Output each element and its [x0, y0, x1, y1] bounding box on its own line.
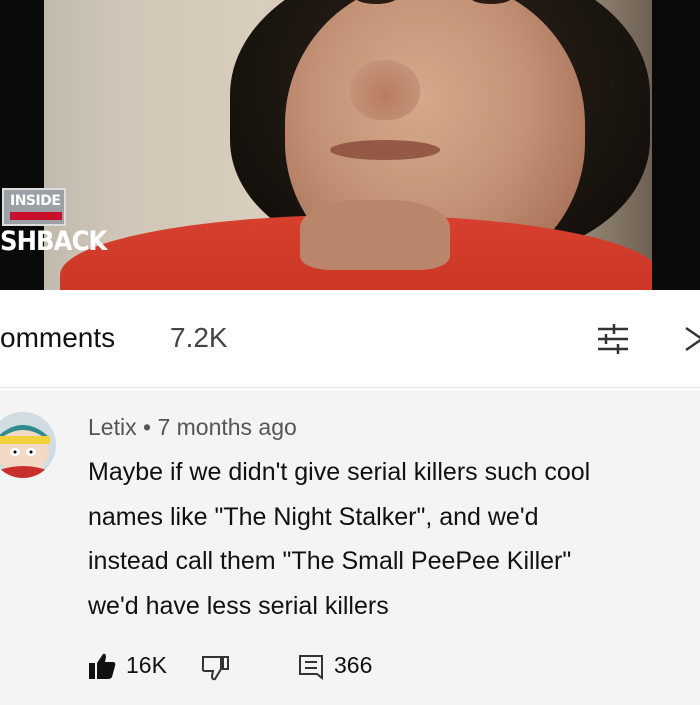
video-subject-nose: [350, 60, 420, 120]
eye-right: [470, 0, 512, 4]
thumbs-up-icon[interactable]: [88, 652, 116, 680]
sort-filter-icon[interactable]: [592, 322, 634, 356]
comment-actions: 16K 366: [88, 648, 488, 688]
reply-comment-icon[interactable]: [298, 654, 324, 681]
comment-line: names like "The Night Stalker", and we'd: [88, 502, 539, 531]
comment-item: Letix • 7 months ago Maybe if we didn't …: [0, 390, 700, 705]
comment-text: Maybe if we didn't give serial killers s…: [88, 450, 700, 628]
logo-text: INSIDE: [10, 193, 61, 209]
logo-subtext: [10, 212, 62, 220]
video-right-border: [652, 0, 700, 290]
comments-title: omments: [0, 322, 116, 353]
show-logo: INSIDE: [2, 188, 66, 226]
comment-line: instead call them "The Small PeePee Kill…: [88, 547, 572, 575]
meta-separator: •: [142, 414, 152, 440]
avatar[interactable]: [0, 412, 56, 478]
comment-time: 7 months ago: [157, 414, 297, 440]
reply-count: 366: [334, 652, 373, 678]
comment-author[interactable]: Letix: [88, 414, 137, 440]
close-icon[interactable]: [684, 322, 700, 356]
eye-left: [355, 0, 397, 4]
video-subject-mouth: [330, 140, 440, 160]
comments-count: 7.2K: [170, 322, 228, 353]
comment-line: Maybe if we didn't give serial killers s…: [88, 458, 591, 486]
comment-meta: Letix • 7 months ago: [88, 414, 297, 441]
thumbs-down-icon[interactable]: [200, 654, 230, 682]
like-count: 16K: [126, 652, 167, 678]
comments-header: omments 7.2K: [0, 292, 700, 388]
video-subject-neck: [300, 200, 450, 270]
video-player[interactable]: INSIDE SHBACK: [0, 0, 700, 290]
video-overlay-title: SHBACK: [0, 226, 107, 257]
comment-line: we'd have less serial killers: [88, 591, 389, 620]
